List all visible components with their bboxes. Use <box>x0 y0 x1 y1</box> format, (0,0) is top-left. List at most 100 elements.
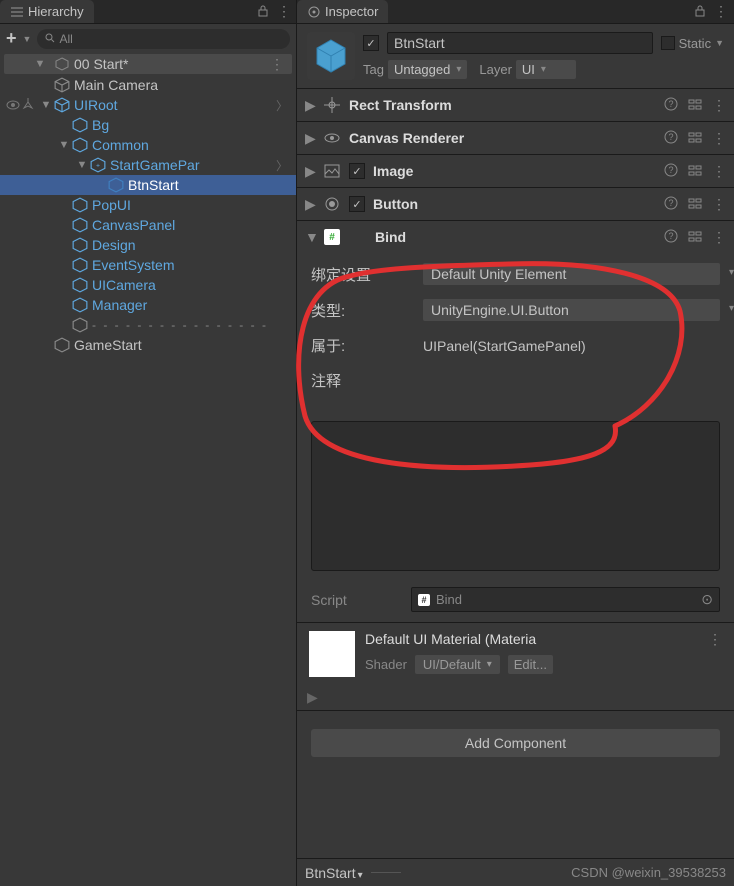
layer-dropdown[interactable]: UI <box>516 60 576 79</box>
component-bind[interactable]: ▼ # Bind ? ⋮ <box>297 221 734 253</box>
active-checkbox[interactable]: ✓ <box>363 35 379 51</box>
tree-item-gamestart[interactable]: GameStart <box>0 335 296 355</box>
hierarchy-tab[interactable]: Hierarchy <box>0 0 94 23</box>
preset-icon[interactable] <box>688 163 702 180</box>
tree-item-popui[interactable]: PopUI <box>0 195 296 215</box>
preset-icon[interactable] <box>688 130 702 147</box>
component-title: Canvas Renderer <box>349 130 656 146</box>
caret-icon[interactable] <box>40 99 52 111</box>
pickable-icon[interactable] <box>22 97 34 113</box>
add-button[interactable]: + <box>6 28 17 49</box>
tree-item-uiroot[interactable]: UIRoot 〉 <box>0 95 296 115</box>
help-icon[interactable]: ? <box>664 229 678 246</box>
bind-belongs-value: UIPanel(StartGamePanel) <box>423 338 586 354</box>
breadcrumb-line <box>371 872 401 873</box>
collapse-caret-icon[interactable]: ▼ <box>305 229 315 245</box>
kebab-icon[interactable]: ⋮ <box>714 3 728 20</box>
visibility-icon[interactable] <box>6 97 20 113</box>
rect-transform-icon <box>323 96 341 114</box>
component-image[interactable]: ▶ ✓ Image ? ⋮ <box>297 155 734 187</box>
preset-icon[interactable] <box>688 229 702 246</box>
tree-item-bg[interactable]: Bg <box>0 115 296 135</box>
svg-text:?: ? <box>668 165 673 175</box>
add-dropdown-caret[interactable]: ▼ <box>23 34 32 44</box>
static-dropdown-caret[interactable]: ▼ <box>715 38 724 48</box>
prefab-open-icon[interactable]: 〉 <box>276 157 288 174</box>
tree-item-design[interactable]: Design <box>0 235 296 255</box>
image-enabled-checkbox[interactable]: ✓ <box>349 163 365 179</box>
component-rect-transform[interactable]: ▶ Rect Transform ? ⋮ <box>297 89 734 121</box>
bind-type-dropdown[interactable]: UnityEngine.UI.Button <box>423 299 720 321</box>
script-value: Bind <box>436 592 462 607</box>
static-checkbox[interactable] <box>661 36 675 50</box>
button-enabled-checkbox[interactable]: ✓ <box>349 196 365 212</box>
tag-dropdown[interactable]: Untagged <box>388 60 467 79</box>
component-title: Image <box>373 163 656 179</box>
lock-icon[interactable] <box>257 4 269 20</box>
material-thumbnail[interactable] <box>309 631 355 677</box>
scene-menu-icon[interactable]: ⋮ <box>270 56 284 73</box>
collapse-caret-icon[interactable]: ▶ <box>305 163 315 180</box>
inspector-tab[interactable]: Inspector <box>297 0 388 23</box>
search-icon <box>45 32 55 46</box>
help-icon[interactable]: ? <box>664 163 678 180</box>
tree-item-btnstart[interactable]: BtnStart <box>0 175 296 195</box>
inspector-tab-label: Inspector <box>325 4 378 19</box>
tree-item-main-camera[interactable]: Main Camera <box>0 75 296 95</box>
kebab-icon[interactable]: ⋮ <box>712 97 726 114</box>
breadcrumb-object[interactable]: BtnStart <box>305 865 363 881</box>
scene-name: 00 Start* <box>74 56 128 72</box>
preset-icon[interactable] <box>688 196 702 213</box>
kebab-icon[interactable]: ⋮ <box>712 130 726 147</box>
lock-icon[interactable] <box>694 4 706 20</box>
tree-item-divider[interactable]: - - - - - - - - - - - - - - - - <box>0 315 296 335</box>
bind-settings-dropdown[interactable]: Default Unity Element <box>423 263 720 285</box>
bind-comment-textarea[interactable] <box>311 421 720 571</box>
component-canvas-renderer[interactable]: ▶ Canvas Renderer ? ⋮ <box>297 122 734 154</box>
gameobject-cube-icon[interactable] <box>307 32 355 80</box>
object-name-input[interactable] <box>387 32 653 54</box>
tree-item-startgamepanel[interactable]: + StartGamePar 〉 <box>0 155 296 175</box>
prefab-plus-icon: + <box>90 157 106 173</box>
svg-text:?: ? <box>668 132 673 142</box>
component-button[interactable]: ▶ ✓ Button ? ⋮ <box>297 188 734 220</box>
object-picker-icon[interactable]: ⊙ <box>701 591 713 608</box>
edit-shader-button[interactable]: Edit... <box>508 655 553 674</box>
item-label: Common <box>92 137 149 153</box>
help-icon[interactable]: ? <box>664 196 678 213</box>
caret-icon[interactable] <box>76 159 88 171</box>
kebab-icon[interactable]: ⋮ <box>712 163 726 180</box>
tree-item-manager[interactable]: Manager <box>0 295 296 315</box>
scene-row[interactable]: 00 Start* ⋮ <box>4 54 292 74</box>
kebab-icon[interactable]: ⋮ <box>712 196 726 213</box>
tree-item-common[interactable]: Common <box>0 135 296 155</box>
kebab-icon[interactable]: ⋮ <box>712 229 726 246</box>
item-label: Design <box>92 237 136 253</box>
collapse-caret-icon[interactable]: ▶ <box>305 196 315 213</box>
hierarchy-tab-label: Hierarchy <box>28 4 84 19</box>
tree-item-canvaspanel[interactable]: CanvasPanel <box>0 215 296 235</box>
help-icon[interactable]: ? <box>664 97 678 114</box>
bind-comment-label: 注释 <box>311 370 413 391</box>
material-expand-caret[interactable]: ▶ <box>297 685 734 710</box>
script-field[interactable]: Bind ⊙ <box>411 587 720 612</box>
help-icon[interactable]: ? <box>664 130 678 147</box>
caret-icon[interactable] <box>58 139 70 151</box>
caret-icon[interactable] <box>34 58 46 70</box>
gameobject-icon <box>54 337 70 353</box>
kebab-icon[interactable]: ⋮ <box>277 3 290 20</box>
preset-icon[interactable] <box>688 97 702 114</box>
item-label: PopUI <box>92 197 131 213</box>
prefab-open-icon[interactable]: 〉 <box>276 97 288 114</box>
collapse-caret-icon[interactable]: ▶ <box>305 130 315 147</box>
add-component-button[interactable]: Add Component <box>311 729 720 757</box>
script-label: Script <box>311 592 401 608</box>
kebab-icon[interactable]: ⋮ <box>708 631 722 648</box>
shader-dropdown[interactable]: UI/Default <box>415 655 500 674</box>
tag-label: Tag <box>363 62 384 77</box>
tree-item-eventsystem[interactable]: EventSystem <box>0 255 296 275</box>
bind-settings-label: 绑定设置 <box>311 264 413 285</box>
collapse-caret-icon[interactable]: ▶ <box>305 97 315 114</box>
tree-item-uicamera[interactable]: UICamera <box>0 275 296 295</box>
search-input[interactable]: All <box>37 29 290 49</box>
